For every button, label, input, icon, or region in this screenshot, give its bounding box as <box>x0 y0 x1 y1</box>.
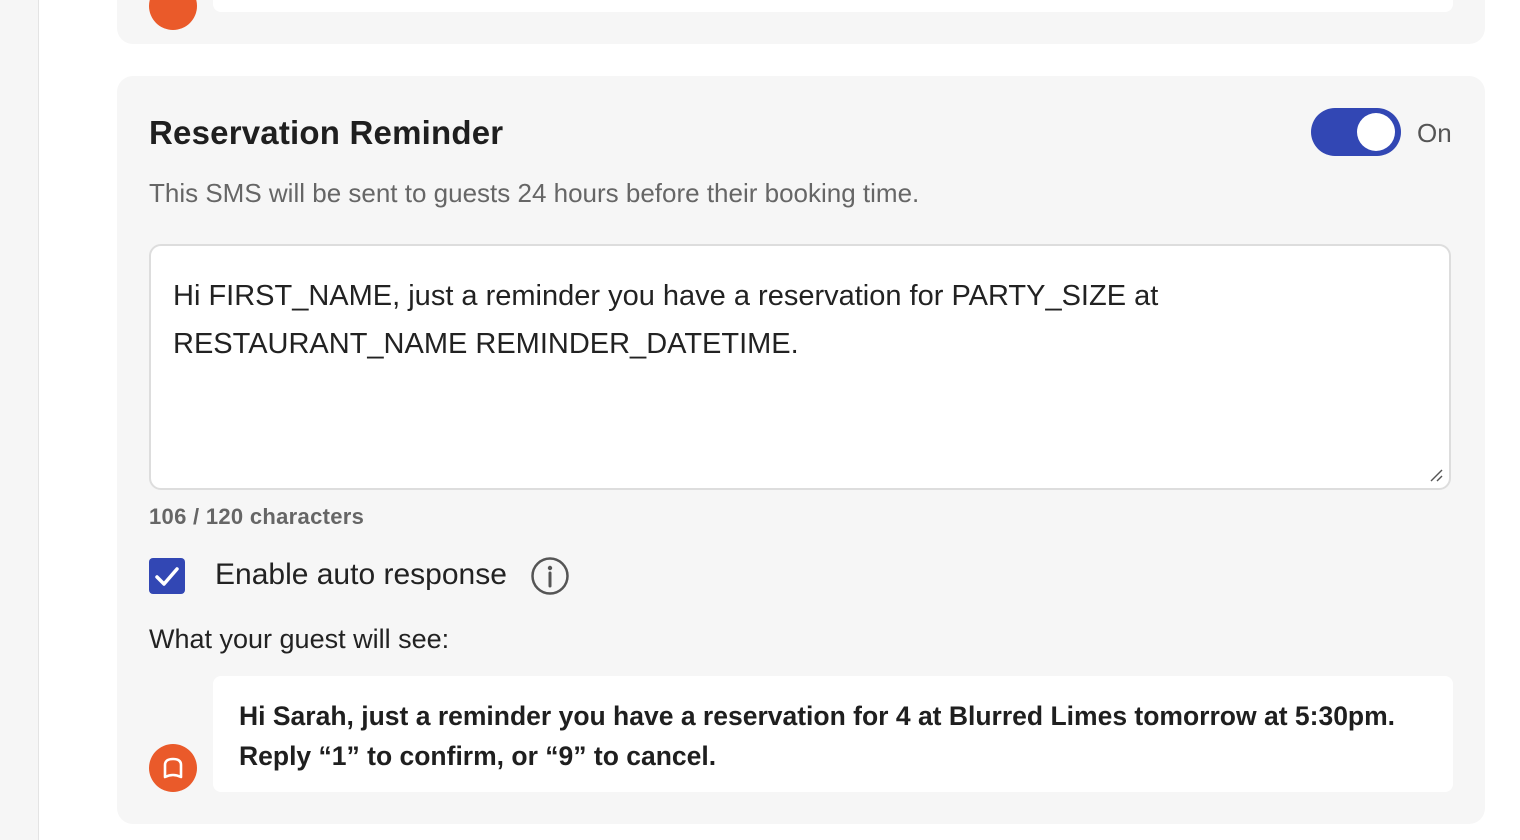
character-counter: 106 / 120 characters <box>149 504 365 529</box>
toggle-state-label: On <box>1417 118 1452 148</box>
restaurant-avatar <box>149 0 197 30</box>
left-sidebar <box>0 0 39 840</box>
info-circle-icon[interactable] <box>530 556 570 596</box>
auto-response-checkbox[interactable] <box>149 558 185 594</box>
guest-preview-bubble: Hi Sarah, just a reminder you have a res… <box>213 676 1453 792</box>
restaurant-logo-icon <box>149 744 197 792</box>
toggle-knob <box>1357 113 1395 151</box>
reservation-reminder-card: Reservation Reminder On This SMS will be… <box>117 76 1485 824</box>
guest-preview-text: Hi Sarah, just a reminder you have a res… <box>239 701 1396 771</box>
sms-message-text: Hi FIRST_NAME, just a reminder you have … <box>173 280 1159 360</box>
previous-sms-card <box>117 0 1485 44</box>
card-description: This SMS will be sent to guests 24 hours… <box>149 178 920 208</box>
previous-preview-bubble <box>213 0 1453 12</box>
sms-message-textarea[interactable]: Hi FIRST_NAME, just a reminder you have … <box>149 244 1451 490</box>
auto-response-label: Enable auto response <box>215 558 507 591</box>
reminder-toggle[interactable] <box>1311 108 1401 156</box>
resize-grip-icon[interactable] <box>1429 468 1443 482</box>
card-title: Reservation Reminder <box>149 114 504 151</box>
preview-label: What your guest will see: <box>149 624 450 654</box>
checkmark-icon <box>155 567 179 586</box>
